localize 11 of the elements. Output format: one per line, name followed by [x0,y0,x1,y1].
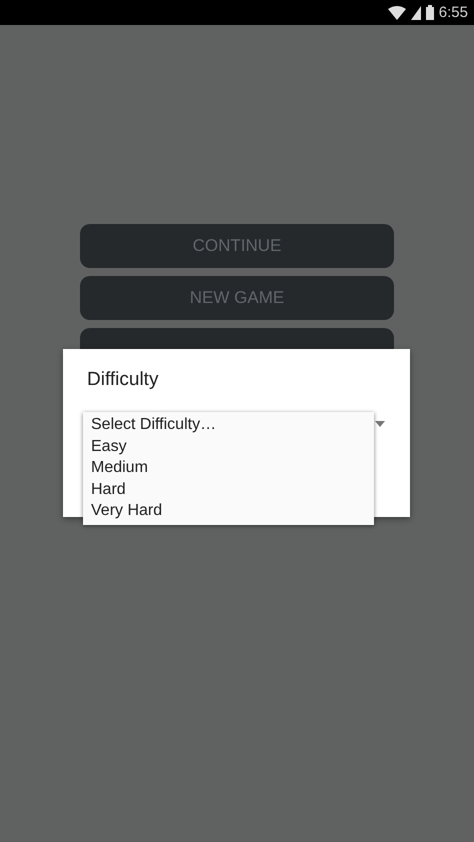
dropdown-option[interactable]: Hard [83,478,374,500]
signal-icon [410,6,421,20]
dialog-title: Difficulty [87,369,158,391]
dropdown-option[interactable]: Select Difficulty… [83,414,374,436]
caret-icon [375,421,385,427]
dropdown-option[interactable]: Very Hard [83,500,374,522]
dropdown-option[interactable]: Easy [83,436,374,458]
status-time: 6:55 [438,4,468,21]
dropdown-option[interactable]: Medium [83,457,374,479]
wifi-icon [388,6,406,20]
battery-icon [426,5,434,20]
